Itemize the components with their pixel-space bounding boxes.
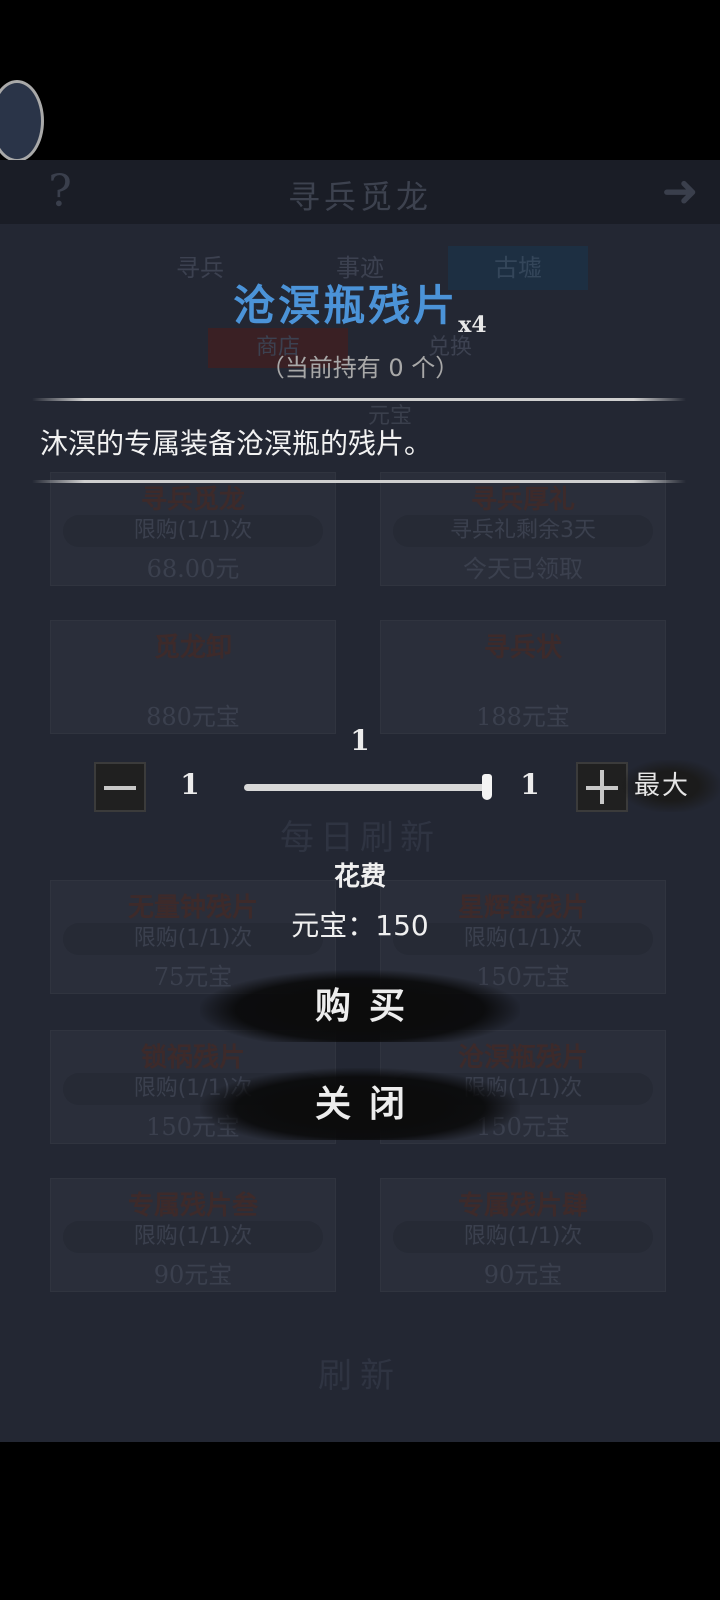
- slider-min-label: 1: [180, 768, 200, 801]
- refresh-button[interactable]: 刷新: [0, 1348, 720, 1397]
- card-price: 90元宝: [483, 1261, 563, 1289]
- slider-max-label: 1: [520, 768, 540, 801]
- card-name: 专属残片叁: [127, 1191, 258, 1221]
- item-description: 沐溟的专属装备沧溟瓶的残片。: [40, 427, 433, 460]
- player-avatar: [0, 80, 44, 162]
- card-name: 寻兵觅龙: [140, 485, 245, 515]
- cost-label: 花费: [333, 862, 386, 892]
- card-limit: 寻兵礼剩余3天: [393, 515, 653, 547]
- quantity-slider-track[interactable]: [244, 784, 486, 791]
- card-name: 寻兵厚礼: [470, 485, 575, 515]
- card-price: 880元宝: [146, 703, 240, 731]
- item-name: 沧溟瓶残片: [233, 281, 459, 330]
- card-limit: 限购(1/1)次: [63, 1221, 323, 1253]
- shop-card[interactable]: 觅龙卸 880元宝: [50, 620, 336, 734]
- shop-title: 寻兵觅龙: [287, 178, 432, 216]
- shop-card[interactable]: 寻兵厚礼 寻兵礼剩余3天 今天已领取: [380, 472, 666, 586]
- close-button[interactable]: 关闭: [200, 1068, 520, 1140]
- popup-item-title: 沧溟瓶残片x4: [0, 272, 720, 338]
- shop-card[interactable]: 专属残片叁 限购(1/1)次 90元宝: [50, 1178, 336, 1292]
- max-button[interactable]: 最大: [622, 760, 720, 812]
- shop-card[interactable]: 寻兵状 188元宝: [380, 620, 666, 734]
- bundle-count: x4: [458, 312, 487, 338]
- divider-bottom: [32, 480, 686, 483]
- card-name: 觅龙卸: [153, 633, 232, 663]
- cost-value: 元宝：150: [291, 909, 429, 942]
- minus-icon[interactable]: [94, 762, 146, 812]
- quantity-display: 1: [350, 724, 370, 757]
- quantity-slider-handle[interactable]: [482, 774, 492, 800]
- divider-top: [32, 398, 686, 401]
- card-name: 专属残片肆: [457, 1191, 588, 1221]
- buy-button[interactable]: 购买: [200, 970, 520, 1042]
- card-name: 寻兵状: [483, 633, 562, 663]
- shop-card[interactable]: 专属残片肆 限购(1/1)次 90元宝: [380, 1178, 666, 1292]
- card-limit: 限购(1/1)次: [63, 515, 323, 547]
- shop-header: ? 寻兵觅龙 ➜: [0, 160, 720, 224]
- card-price: 68.00元: [146, 555, 240, 583]
- card-price: 188元宝: [476, 703, 570, 731]
- card-limit: 限购(1/1)次: [393, 1221, 653, 1253]
- arrow-right-icon[interactable]: ➜: [650, 170, 710, 214]
- section-daily-refresh: 每日刷新: [280, 818, 440, 858]
- shop-card[interactable]: 寻兵觅龙 限购(1/1)次 68.00元: [50, 472, 336, 586]
- plus-icon[interactable]: [576, 762, 628, 812]
- holding-count: （当前持有 0 个）: [260, 354, 460, 382]
- card-price: 今天已领取: [463, 555, 583, 583]
- card-price: 90元宝: [153, 1261, 233, 1289]
